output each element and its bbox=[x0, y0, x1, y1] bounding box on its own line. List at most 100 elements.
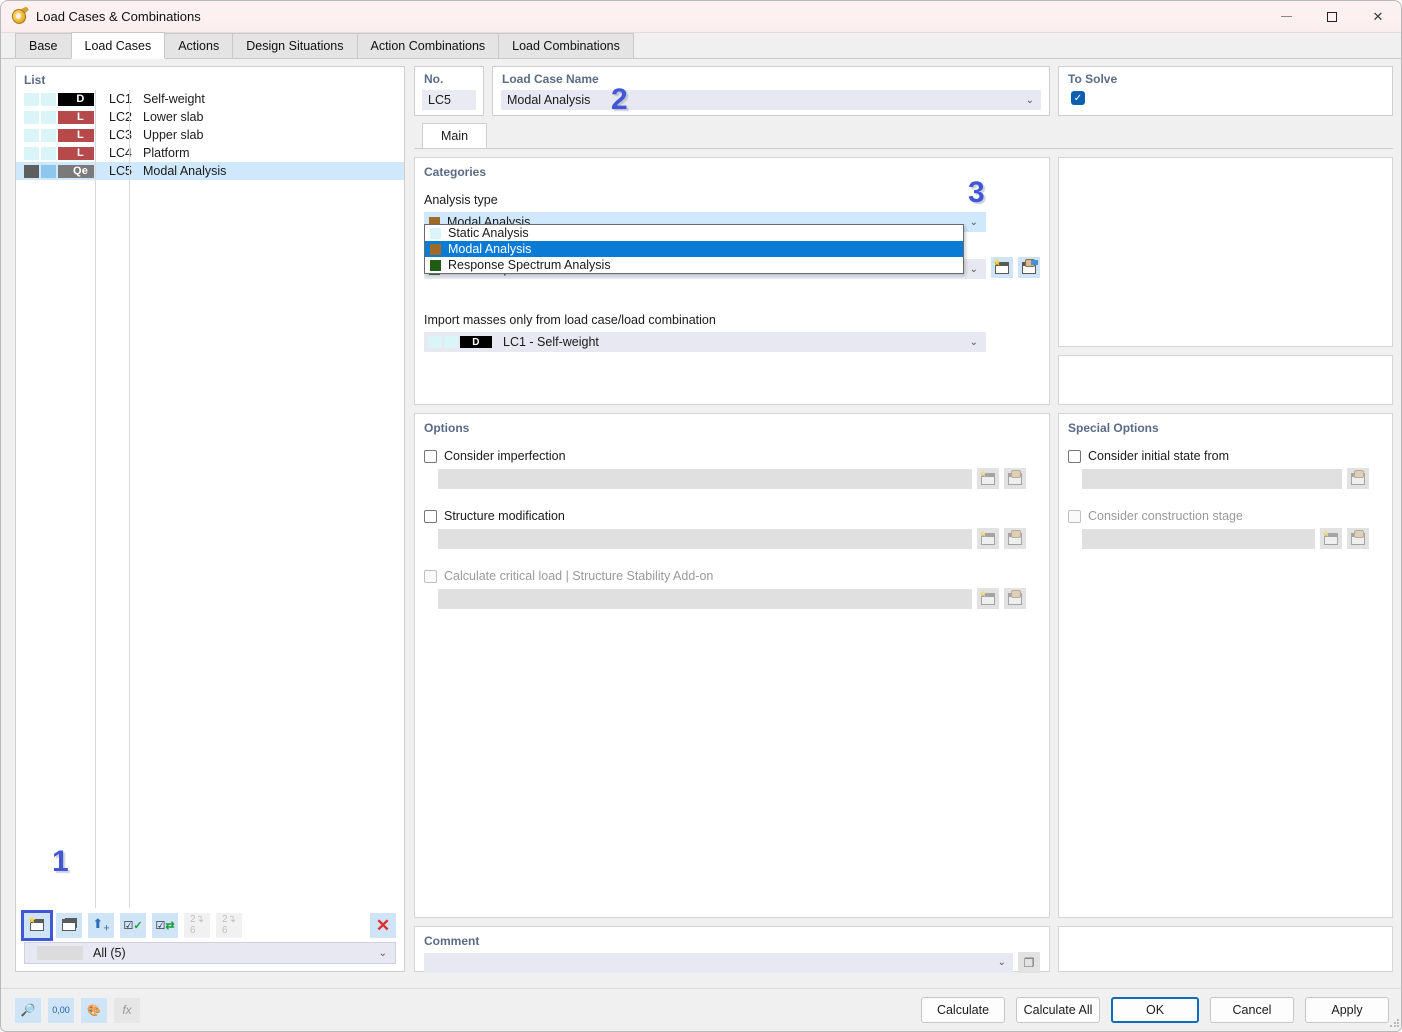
colors-button[interactable]: 🎨 bbox=[81, 997, 107, 1023]
new-stability-button bbox=[977, 588, 999, 609]
import-load-case-button[interactable]: ⬆+ bbox=[88, 912, 114, 938]
consider-imperfection-field-row bbox=[415, 468, 1049, 489]
comment-copy-button[interactable]: ❐ bbox=[1018, 952, 1040, 973]
tab-load-cases[interactable]: Load Cases bbox=[70, 32, 166, 59]
edit-initial-state-button[interactable] bbox=[1347, 468, 1369, 489]
calculate-button[interactable]: Calculate bbox=[921, 997, 1005, 1023]
load-case-detail-area: No. LC5 Load Case Name Modal Analysis ⌄ … bbox=[414, 66, 1393, 973]
new-structure-modification-button[interactable] bbox=[977, 528, 999, 549]
chevron-down-icon[interactable]: ⌄ bbox=[970, 337, 978, 348]
consider-initial-state-field[interactable] bbox=[1082, 468, 1342, 489]
app-icon bbox=[10, 6, 29, 26]
row-color-swatch-1 bbox=[24, 128, 39, 142]
check-icon: ✓ bbox=[1073, 92, 1083, 104]
fx-formula-icon: fx bbox=[122, 1003, 132, 1017]
filter-swatch bbox=[37, 946, 83, 960]
tab-design-situations[interactable]: Design Situations bbox=[232, 33, 358, 58]
chevron-down-icon[interactable]: ⌄ bbox=[970, 264, 978, 275]
row-load-case-no: LC4 bbox=[109, 146, 132, 160]
chevron-down-icon[interactable]: ⌄ bbox=[1026, 95, 1034, 106]
dialog-action-buttons: Calculate Calculate All OK Cancel Apply bbox=[921, 997, 1389, 1023]
tab-main[interactable]: Main bbox=[422, 123, 488, 148]
load-case-no-input[interactable]: LC5 bbox=[422, 90, 476, 110]
edit-structure-modification-button[interactable] bbox=[1004, 528, 1026, 549]
comment-caption: Comment bbox=[424, 934, 480, 948]
tab-base[interactable]: Base bbox=[15, 33, 72, 58]
tab-action-combinations[interactable]: Action Combinations bbox=[356, 33, 500, 58]
load-case-list[interactable]: D LC1 Self-weight L LC2 Lower slab L LC3… bbox=[16, 90, 404, 908]
cancel-button[interactable]: Cancel bbox=[1210, 997, 1294, 1023]
apply-button[interactable]: Apply bbox=[1305, 997, 1389, 1023]
secondary-preview-panel bbox=[1058, 355, 1393, 405]
calculate-critical-load-field bbox=[438, 588, 972, 609]
new-imperfection-button[interactable] bbox=[977, 468, 999, 489]
list-column-divider-2 bbox=[129, 90, 130, 908]
consider-initial-state-checkbox[interactable] bbox=[1068, 449, 1081, 463]
number-units-icon: 0,00 bbox=[52, 1005, 70, 1015]
consider-construction-stage-field-row bbox=[1059, 528, 1392, 549]
close-button[interactable]: ✕ bbox=[1355, 1, 1401, 33]
edit-mode-shape-button[interactable] bbox=[1018, 257, 1040, 278]
tab-load-combinations[interactable]: Load Combinations bbox=[498, 33, 634, 58]
new-load-case-button[interactable] bbox=[21, 909, 53, 941]
delete-load-case-button[interactable]: ✕ bbox=[370, 912, 396, 938]
categories-group: Categories Analysis type Modal Analysis … bbox=[414, 157, 1050, 405]
copy-load-case-button[interactable] bbox=[56, 912, 82, 938]
dropdown-option-modal-analysis[interactable]: Modal Analysis bbox=[425, 241, 963, 257]
tab-actions[interactable]: Actions bbox=[164, 33, 234, 58]
row-category-tag: D bbox=[58, 92, 94, 106]
to-solve-caption: To Solve bbox=[1068, 72, 1118, 86]
option-color-swatch bbox=[430, 259, 441, 271]
list-filter-combo[interactable]: All (5) ⌄ bbox=[24, 942, 396, 964]
consider-imperfection-checkbox[interactable] bbox=[424, 449, 437, 463]
row-load-case-name: Lower slab bbox=[143, 110, 204, 124]
table-row[interactable]: L LC2 Lower slab bbox=[16, 108, 404, 126]
list-column-divider-1 bbox=[95, 90, 96, 908]
renumber-button: 2↴ 6 bbox=[184, 912, 210, 938]
select-all-button[interactable]: ☑✓ bbox=[120, 912, 146, 938]
table-row-selected[interactable]: Qe LC5 Modal Analysis bbox=[16, 162, 404, 180]
import-masses-swatch-2 bbox=[444, 336, 458, 348]
structure-modification-checkbox[interactable] bbox=[424, 509, 437, 523]
consider-imperfection-label: Consider imperfection bbox=[444, 449, 566, 463]
invert-selection-button[interactable]: ☑⇄ bbox=[152, 912, 178, 938]
red-x-icon: ✕ bbox=[375, 915, 391, 935]
preview-panel bbox=[1058, 157, 1393, 347]
chevron-down-icon[interactable]: ⌄ bbox=[970, 217, 978, 228]
maximize-button[interactable] bbox=[1309, 1, 1355, 33]
row-color-swatch-2 bbox=[41, 128, 56, 142]
resize-grip[interactable] bbox=[1389, 1018, 1399, 1028]
dropdown-option-static-analysis[interactable]: Static Analysis bbox=[425, 225, 963, 241]
option-label: Modal Analysis bbox=[448, 242, 532, 256]
load-case-name-input[interactable]: Modal Analysis ⌄ bbox=[501, 90, 1041, 110]
consider-imperfection-row[interactable]: Consider imperfection bbox=[415, 449, 1049, 463]
analysis-type-dropdown-list[interactable]: Static Analysis Modal Analysis Response … bbox=[424, 224, 964, 274]
edit-imperfection-button[interactable] bbox=[1004, 468, 1026, 489]
minimize-button[interactable] bbox=[1263, 1, 1309, 33]
to-solve-checkbox[interactable]: ✓ bbox=[1071, 91, 1085, 105]
no-caption: No. bbox=[424, 72, 444, 86]
main-tab-body: Categories Analysis type Modal Analysis … bbox=[414, 148, 1393, 973]
calculate-all-button[interactable]: Calculate All bbox=[1016, 997, 1100, 1023]
option-label: Response Spectrum Analysis bbox=[448, 258, 611, 272]
consider-initial-state-label: Consider initial state from bbox=[1088, 449, 1230, 463]
new-mode-shape-button[interactable] bbox=[991, 257, 1013, 278]
dropdown-option-response-spectrum-analysis[interactable]: Response Spectrum Analysis bbox=[425, 257, 963, 273]
table-row[interactable]: L LC3 Upper slab bbox=[16, 126, 404, 144]
ok-button[interactable]: OK bbox=[1111, 997, 1199, 1023]
row-category-tag: L bbox=[58, 128, 94, 142]
comment-input[interactable]: ⌄ bbox=[424, 952, 1013, 973]
row-color-swatch-1 bbox=[24, 92, 39, 106]
chevron-down-icon[interactable]: ⌄ bbox=[998, 957, 1006, 968]
units-button[interactable]: 0,00 bbox=[48, 997, 74, 1023]
import-masses-combo[interactable]: D LC1 - Self-weight ⌄ bbox=[424, 332, 986, 352]
window-title: Load Cases & Combinations bbox=[36, 9, 201, 24]
structure-modification-field[interactable] bbox=[438, 528, 972, 549]
consider-initial-state-row[interactable]: Consider initial state from bbox=[1059, 449, 1392, 463]
structure-modification-row[interactable]: Structure modification bbox=[415, 509, 1049, 523]
row-color-swatch-2 bbox=[41, 110, 56, 124]
consider-imperfection-field[interactable] bbox=[438, 468, 972, 489]
help-button[interactable]: 🔎 bbox=[15, 997, 41, 1023]
table-row[interactable]: D LC1 Self-weight bbox=[16, 90, 404, 108]
table-row[interactable]: L LC4 Platform bbox=[16, 144, 404, 162]
